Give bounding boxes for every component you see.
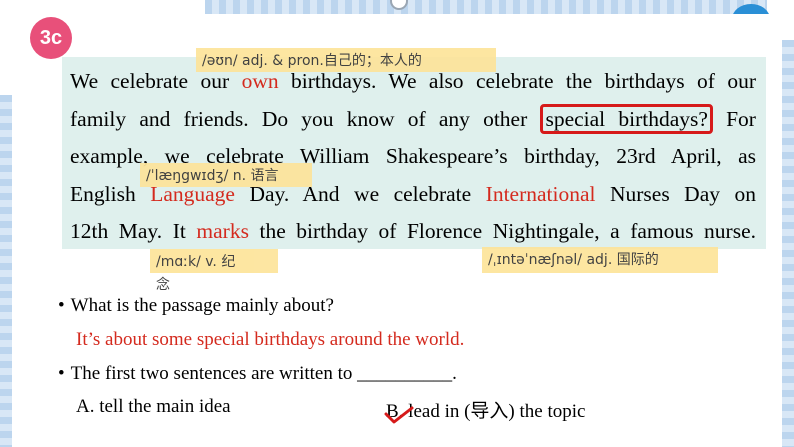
vocab-note-own: /əʊn/ adj. & pron.自己的；本人的 bbox=[196, 48, 496, 72]
highlight-special-birthdays: special birthdays? bbox=[540, 103, 713, 134]
vocab-note-language: /ˈlæŋgwɪdʒ/ n. 语言 bbox=[140, 163, 312, 187]
text-run: For bbox=[712, 106, 756, 131]
text-run: birthdays. We also celebrate the birthda… bbox=[278, 69, 757, 93]
vocab-note-marks: /mɑːk/ v. 纪 念 bbox=[150, 249, 278, 293]
option-b[interactable]: B. lead in (导入) the topic bbox=[386, 396, 585, 423]
vocab-note-marks-text: /mɑːk/ v. 纪 bbox=[156, 254, 236, 270]
right-decor-bar bbox=[782, 40, 794, 447]
keyword-marks: marks bbox=[196, 219, 249, 243]
bullet: • bbox=[58, 363, 65, 384]
reading-passage: We celebrate our own birthdays. We also … bbox=[62, 57, 766, 249]
passage-line-2: family and friends. Do you know of any o… bbox=[70, 101, 756, 139]
question-2-text: The first two sentences are written to _… bbox=[70, 363, 457, 384]
vocab-note-marks-wrap: 念 bbox=[156, 277, 170, 293]
section-badge: 3c bbox=[30, 17, 72, 59]
text-run: We celebrate our bbox=[70, 69, 242, 93]
keyword-own: own bbox=[241, 69, 279, 93]
text-run: 12th May. It bbox=[70, 219, 197, 243]
bullet: • bbox=[58, 295, 65, 316]
keyword-international: International bbox=[485, 181, 596, 206]
text-run: Nurses Day on bbox=[595, 181, 756, 206]
answer-1: It’s about some special birthdays around… bbox=[76, 329, 465, 350]
top-decor-stripe bbox=[205, 0, 767, 14]
text-run: the birthday of Florence Nightingale, a … bbox=[248, 219, 756, 243]
question-2: • The first two sentences are written to … bbox=[58, 363, 457, 385]
question-1: • What is the passage mainly about? bbox=[58, 295, 334, 317]
checkmark-icon bbox=[384, 406, 414, 424]
text-run: English bbox=[70, 181, 151, 206]
left-decor-bar bbox=[0, 95, 12, 447]
question-1-text: What is the passage mainly about? bbox=[70, 295, 334, 316]
text-run: family and friends. Do you know of any o… bbox=[70, 106, 541, 131]
option-a[interactable]: A. tell the main idea bbox=[76, 396, 231, 418]
passage-line-5: 12th May. It marks the birthday of Flore… bbox=[70, 213, 756, 251]
vocab-note-international: /ˌɪntəˈnæʃnəl/ adj. 国际的 bbox=[482, 247, 718, 273]
